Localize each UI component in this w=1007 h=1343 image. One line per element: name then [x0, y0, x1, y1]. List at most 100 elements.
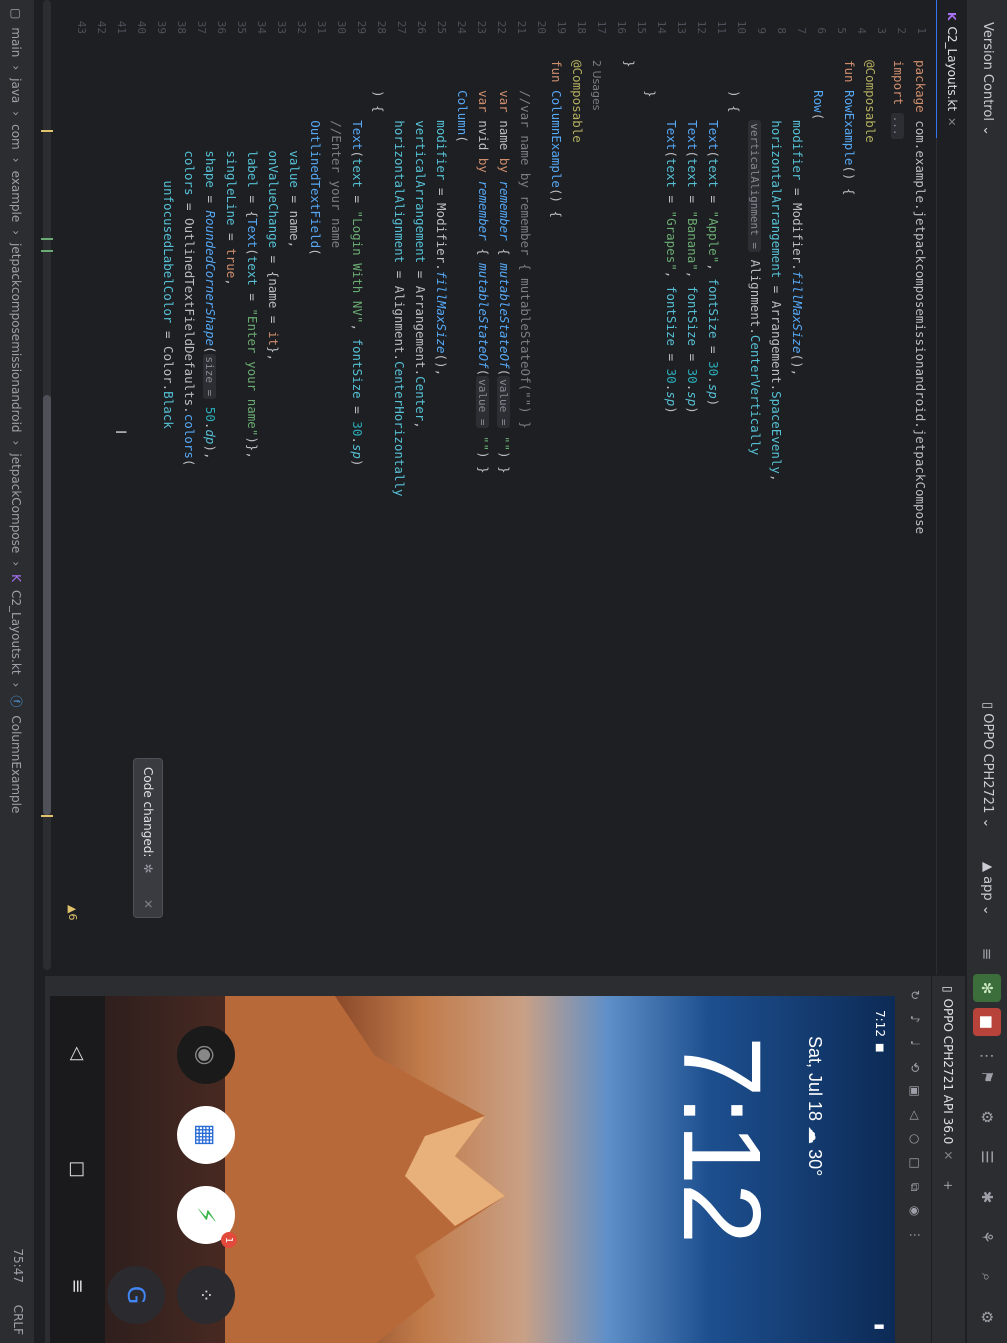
breadcrumb-item[interactable]: java [10, 78, 24, 103]
code-line: //var name by remember { mutableStateOf(… [518, 90, 533, 429]
close-icon[interactable]: ✕ [946, 117, 959, 126]
run-config-selector[interactable]: ▲ app ⌄ [980, 862, 995, 916]
line-number: 12 [695, 20, 708, 34]
breadcrumb-item[interactable]: jetpackcomposemissionandroid [10, 243, 24, 433]
run-tools: ≡ ✻ ■ ⋮ [973, 940, 1001, 1070]
phone-status-bar: 7:12 ■ ▮ [865, 996, 895, 1343]
files-app-icon[interactable]: ▦ [177, 1106, 235, 1164]
close-icon[interactable]: ✕ [141, 899, 155, 909]
breadcrumb-item[interactable]: example [10, 171, 24, 223]
code-line: verticalArrangement = Arrangement.Center… [413, 120, 428, 429]
record-icon[interactable]: ◉ [901, 1200, 929, 1222]
rotate-icon[interactable]: ↻ [901, 984, 929, 1006]
line-number: 25 [435, 20, 448, 34]
code-line: Text(text = "Apple", fontSize = 30.sp) [706, 120, 721, 407]
emulator-tab-label: OPPO CPH2721 API 36.0 [941, 998, 956, 1145]
home-icon[interactable]: □ [67, 1161, 88, 1178]
line-number: 32 [295, 20, 308, 34]
line-number: 30 [335, 20, 348, 34]
running-devices-panel: ▯ OPPO CPH2721 API 36.0 ✕ + ↻ ♪ ♩ ⟲ ▣ ◁ … [45, 975, 965, 1343]
lockscreen-date: Sat, Jul 18 ☁ 30° [805, 1036, 825, 1177]
code-line: Text(text = "Login With NV", fontSize = … [350, 120, 365, 467]
menu-icon[interactable]: ≡ [67, 1279, 88, 1294]
apply-changes-icon[interactable]: ✲ [141, 863, 155, 873]
code-line: OutlinedTextField( [308, 120, 323, 256]
google-search-icon[interactable]: G [107, 1266, 165, 1324]
home-icon[interactable]: ○ [901, 1128, 929, 1150]
status-bar: ▢ main › java › com › example › jetpackcompo… [0, 0, 35, 1343]
debug-icon[interactable]: ⚙ [973, 1103, 1001, 1131]
settings-icon[interactable]: ⚙ [973, 1303, 1001, 1331]
profile-icon[interactable]: ⚘ [973, 1223, 1001, 1251]
tab-c2-layouts[interactable]: K C2_Layouts.kt ✕ [935, 0, 967, 139]
kotlin-icon: K [9, 574, 24, 582]
emulator-tab[interactable]: ▯ OPPO CPH2721 API 36.0 ✕ + [931, 976, 965, 1343]
app-folder-icon[interactable]: ⁘ [177, 1266, 235, 1324]
line-number: 24 [455, 20, 468, 34]
device-selector[interactable]: ▯ OPPO CPH2721 ⌄ [980, 702, 995, 828]
chevron-right-icon: › [9, 682, 24, 688]
profiler-icon[interactable]: ⚑ [973, 1063, 1001, 1091]
camera-app-icon[interactable]: ◉ [177, 1026, 235, 1084]
code-line: } [643, 60, 658, 98]
volume-down-icon[interactable]: ♩ [901, 1032, 929, 1054]
line-number: 17 [595, 20, 608, 34]
mirror-icon[interactable]: ⧉ [901, 1176, 929, 1198]
horizontal-scrollbar[interactable] [39, 0, 55, 970]
code-line: singleLine = true, [224, 150, 239, 286]
line-number: 40 [135, 20, 148, 34]
notification-badge: 1 [221, 1232, 237, 1248]
line-number: 26 [415, 20, 428, 34]
tab-label: C2_Layouts.kt [945, 26, 959, 112]
scroll-thumb[interactable] [43, 395, 51, 815]
search-icon[interactable]: ⌕ [973, 1263, 1001, 1291]
chevron-right-icon: › [9, 65, 24, 71]
cursor-position[interactable]: 75:47 [11, 1248, 25, 1283]
code-changed-notification[interactable]: Code changed: ✲ ✕ [133, 758, 163, 918]
code-line: @Composable [863, 60, 878, 143]
code-line: unfocusedLabelColor = Color.Black [161, 180, 176, 429]
version-control-menu[interactable]: Version Control ⌄ [980, 22, 995, 136]
back-icon[interactable]: ◁ [901, 1104, 929, 1126]
layout-icon[interactable]: ☰ [973, 1143, 1001, 1171]
line-number: 2 [895, 27, 908, 34]
line-ending[interactable]: CRLF [11, 1305, 25, 1335]
device-icon: ▯ [941, 986, 956, 993]
warning-indicator[interactable]: ▲6 [66, 905, 79, 920]
line-number: 39 [155, 20, 168, 34]
add-icon[interactable]: + [942, 1180, 956, 1190]
sync-icon[interactable]: ≡ [973, 940, 1001, 968]
date-text: Sat, Jul 18 [805, 1036, 825, 1122]
volume-up-icon[interactable]: ♪ [901, 1008, 929, 1030]
breadcrumb-item[interactable]: ColumnExample [10, 715, 24, 813]
breadcrumb-item[interactable]: main [10, 27, 24, 57]
line-number: 16 [615, 20, 628, 34]
breadcrumb-item[interactable]: com [10, 124, 24, 150]
close-icon[interactable]: ✕ [942, 1150, 956, 1160]
stop-icon[interactable]: ■ [973, 1008, 1001, 1036]
emulator-toolbar: ↻ ♪ ♩ ⟲ ▣ ◁ ○ □ ⧉ ◉ ⋮ [901, 976, 929, 1343]
line-number: 31 [315, 20, 328, 34]
rotate-left-icon[interactable]: ⟲ [901, 1056, 929, 1078]
code-area[interactable]: package com.example.jetpackcomposemissio… [56, 60, 936, 960]
breadcrumb-item[interactable]: C2_Layouts.kt [10, 590, 24, 675]
overview-icon[interactable]: □ [901, 1152, 929, 1174]
run-icon[interactable]: ✻ [973, 974, 1001, 1002]
line-number: 5 [835, 27, 848, 34]
line-number: 43 [75, 20, 88, 34]
more-icon[interactable]: ⋮ [901, 1224, 929, 1246]
line-number: 14 [655, 20, 668, 34]
screenshot-icon[interactable]: ▣ [901, 1080, 929, 1102]
ide-window: Version Control ⌄ ▯ OPPO CPH2721 ⌄ ▲ app… [0, 0, 1007, 1343]
line-number: 1 [915, 27, 928, 34]
code-editor[interactable]: 1 2 3 4 5 6 7 8 9 10 11 12 13 14 15 16 17 18 19 20 21 22 23 24 2… [56, 0, 936, 970]
notification-icon: ■ [874, 1042, 886, 1053]
bug-icon[interactable]: ✱ [973, 1183, 1001, 1211]
breadcrumb-item[interactable]: jetpackCompose [10, 453, 24, 553]
usages-hint[interactable]: 2 Usages [590, 60, 603, 111]
battery-icon: ▮ [873, 1323, 887, 1330]
phone-screen[interactable]: 7:12 ■ ▮ Sat, Jul 18 ☁ 30° 7:12 ◉ ▦ ⚡ 1 … [50, 996, 895, 1343]
scroll-marker [41, 815, 53, 817]
back-icon[interactable]: ◁ [67, 1046, 88, 1060]
code-line: fun ColumnExample() { [549, 60, 564, 219]
